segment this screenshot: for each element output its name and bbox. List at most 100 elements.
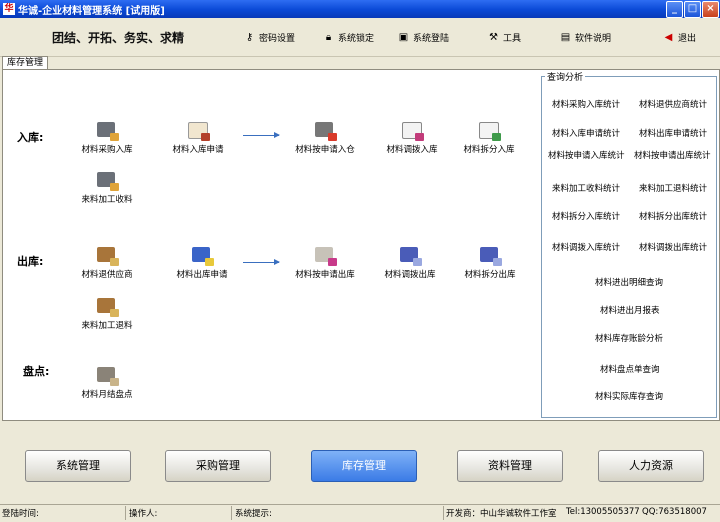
split-in-icon — [476, 119, 502, 141]
minimize-button[interactable]: _ — [666, 1, 683, 18]
return-supplier-label: 材料退供应商 — [81, 270, 133, 280]
window-title: 华诚-企业材料管理系统 [试用版] — [18, 6, 165, 17]
out-request-label: 材料出库申请 — [176, 270, 228, 280]
purchase-in-node[interactable]: 材料采购入库 — [62, 119, 152, 155]
toolbar: 团结、开拓、务实、求精 ⚷ 密码设置 🔒︎ 系统锁定 ▣ 系统登陆 ⚒ 工具 ▤… — [0, 18, 720, 57]
monthly-stocktake-label: 材料月结盘点 — [81, 390, 133, 400]
query-link[interactable]: 材料库存账龄分析 — [595, 332, 663, 344]
lock-icon: 🔒︎ — [325, 31, 332, 43]
query-link[interactable]: 材料按申请入库统计 — [548, 149, 625, 161]
purchase-in-icon — [94, 119, 120, 141]
title-bar: 华 华诚-企业材料管理系统 [试用版] _ □ × — [0, 0, 720, 18]
split-out-icon — [477, 244, 503, 266]
transfer-in-icon — [399, 119, 425, 141]
inbound-label: 入库: — [17, 131, 44, 144]
system-lock-label: 系统锁定 — [338, 33, 375, 44]
query-link[interactable]: 材料入库申请统计 — [552, 127, 620, 139]
query-link[interactable]: 材料调拨出库统计 — [639, 241, 707, 253]
key-icon: ⚷ — [245, 31, 254, 43]
in-request-label: 材料入库申请 — [172, 145, 224, 155]
inventory-panel: 入库: 出库: 盘点: 材料采购入库 材料入库申请 材料按申请入仓 材料调拨入库… — [2, 69, 720, 421]
query-link[interactable]: 材料调拨入库统计 — [552, 241, 620, 253]
query-link[interactable]: 材料进出月报表 — [600, 304, 660, 316]
tools-button[interactable]: ⚒ 工具 — [488, 29, 521, 45]
module-purchase-button[interactable]: 采购管理 — [165, 450, 271, 482]
module-inventory-button[interactable]: 库存管理 — [311, 450, 417, 482]
monthly-stocktake-icon — [94, 364, 120, 386]
tab-inventory-management[interactable]: 库存管理 — [2, 56, 49, 70]
out-by-request-icon — [312, 244, 338, 266]
app-icon: 华 — [3, 3, 15, 15]
transfer-out-label: 材料调拨出库 — [384, 270, 436, 280]
out-request-icon — [189, 244, 215, 266]
close-button[interactable]: × — [702, 1, 719, 18]
help-book-icon: ▤ — [560, 31, 571, 43]
query-link[interactable]: 材料退供应商统计 — [639, 98, 707, 110]
status-divider — [125, 506, 126, 520]
outbound-label: 出库: — [17, 255, 44, 268]
purchase-in-label: 材料采购入库 — [81, 145, 133, 155]
out-by-request-label: 材料按申请出库 — [295, 270, 355, 280]
status-divider — [443, 506, 444, 520]
transfer-out-node[interactable]: 材料调拨出库 — [365, 244, 455, 280]
status-bar: 登陆时间: 操作人: 系统提示: 开发商：中山华诚软件工作室 Tel:13005… — [0, 504, 720, 522]
split-in-node[interactable]: 材料拆分入库 — [444, 119, 534, 155]
split-out-label: 材料拆分出库 — [464, 270, 516, 280]
software-help-label: 软件说明 — [575, 33, 612, 44]
software-help-button[interactable]: ▤ 软件说明 — [560, 29, 611, 45]
processing-return-label: 来料加工退料 — [81, 321, 133, 331]
exit-arrow-icon: ◀ — [664, 31, 673, 43]
out-by-request-node[interactable]: 材料按申请出库 — [280, 244, 370, 280]
processing-return-node[interactable]: 来料加工退料 — [62, 295, 152, 331]
in-request-node[interactable]: 材料入库申请 — [153, 119, 243, 155]
processing-receive-label: 来料加工收料 — [81, 195, 133, 205]
tools-label: 工具 — [503, 33, 522, 44]
query-link[interactable]: 材料拆分入库统计 — [552, 210, 620, 222]
system-login-button[interactable]: ▣ 系统登陆 — [398, 29, 449, 45]
query-link[interactable]: 材料出库申请统计 — [639, 127, 707, 139]
split-in-label: 材料拆分入库 — [463, 145, 515, 155]
query-link[interactable]: 材料拆分出库统计 — [639, 210, 707, 222]
system-hint-label: 系统提示: — [235, 509, 272, 519]
return-supplier-node[interactable]: 材料退供应商 — [62, 244, 152, 280]
in-by-request-node[interactable]: 材料按申请入仓 — [280, 119, 370, 155]
exit-label: 退出 — [678, 33, 697, 44]
query-analysis-title: 查询分析 — [545, 70, 586, 83]
system-login-label: 系统登陆 — [413, 33, 450, 44]
maximize-button[interactable]: □ — [684, 1, 701, 18]
processing-receive-node[interactable]: 来料加工收料 — [62, 169, 152, 205]
monthly-stocktake-node[interactable]: 材料月结盘点 — [62, 364, 152, 400]
out-request-node[interactable]: 材料出库申请 — [157, 244, 247, 280]
hammer-icon: ⚒ — [489, 31, 498, 43]
query-link[interactable]: 材料采购入库统计 — [552, 98, 620, 110]
processing-receive-icon — [94, 169, 120, 191]
query-link[interactable]: 来料加工收料统计 — [552, 182, 620, 194]
system-lock-button[interactable]: 🔒︎ 系统锁定 — [323, 29, 374, 45]
query-link[interactable]: 材料按申请出库统计 — [634, 149, 711, 161]
processing-return-icon — [94, 295, 120, 317]
password-settings-label: 密码设置 — [259, 33, 296, 44]
query-link[interactable]: 材料进出明细查询 — [595, 276, 663, 288]
in-by-request-icon — [312, 119, 338, 141]
tab-row: 库存管理 — [0, 56, 720, 70]
query-link[interactable]: 来料加工退料统计 — [639, 182, 707, 194]
module-hr-button[interactable]: 人力资源 — [598, 450, 704, 482]
query-link[interactable]: 材料实际库存查询 — [595, 390, 663, 402]
operator-label: 操作人: — [129, 509, 158, 519]
password-settings-button[interactable]: ⚷ 密码设置 — [244, 29, 295, 45]
return-supplier-icon — [94, 244, 120, 266]
in-request-icon — [185, 119, 211, 141]
exit-button[interactable]: ◀ 退出 — [663, 29, 696, 45]
transfer-in-label: 材料调拨入库 — [386, 145, 438, 155]
query-link[interactable]: 材料盘点单查询 — [600, 363, 660, 375]
module-data-button[interactable]: 资料管理 — [457, 450, 563, 482]
inbound-flow-arrow — [243, 132, 280, 138]
slogan: 团结、开拓、务实、求精 — [52, 31, 185, 45]
split-out-node[interactable]: 材料拆分出库 — [445, 244, 535, 280]
outbound-flow-arrow — [243, 259, 280, 265]
login-time-label: 登陆时间: — [2, 509, 39, 519]
module-bar: 系统管理 采购管理 库存管理 资料管理 人力资源 — [0, 420, 720, 504]
tel-text: Tel:13005505377 — [566, 507, 640, 517]
module-system-button[interactable]: 系统管理 — [25, 450, 131, 482]
stocktake-label: 盘点: — [23, 365, 50, 378]
